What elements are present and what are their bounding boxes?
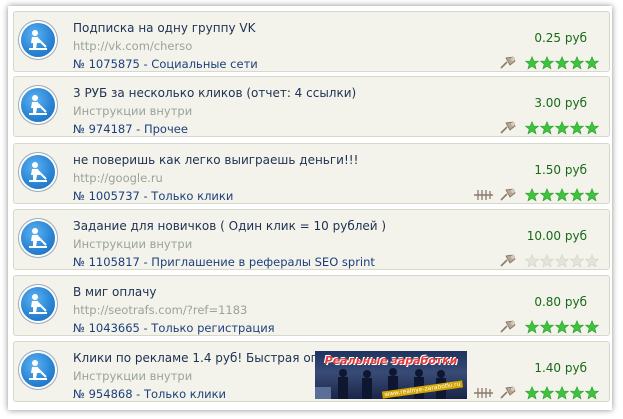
pin-icon[interactable] [498,252,518,267]
star-filled-icon [584,120,600,139]
task-meta-link[interactable]: № 1075875 - Социальные сети [73,57,258,71]
task-row[interactable]: Подписка на одну группу VK http://vk.com/… [13,11,610,72]
star-filled-icon [554,385,570,404]
star-filled-icon [539,120,555,139]
star-filled-icon [539,55,555,74]
star-filled-icon [584,385,600,404]
task-title[interactable]: В миг оплачу [73,285,156,299]
star-empty-icon [539,253,555,272]
task-meta-link[interactable]: № 1005737 - Только клики [73,189,233,203]
task-url[interactable]: Инструкции внутри [73,104,192,118]
task-url[interactable]: http://vk.com/cherso [73,39,192,53]
pin-icon[interactable] [498,384,518,399]
pin-icon[interactable] [498,119,518,134]
task-row[interactable]: Задание для новичков ( Один клик = 10 ру… [13,209,610,270]
worker-badge-icon [17,283,59,325]
rating-stars [524,319,600,338]
star-filled-icon [584,319,600,338]
rating-stars [524,120,600,139]
star-filled-icon [584,55,600,74]
task-title[interactable]: Задание для новичков ( Один клик = 10 ру… [73,219,386,233]
star-empty-icon [569,253,585,272]
task-meta-link[interactable]: № 974187 - Прочее [73,122,188,136]
star-filled-icon [554,187,570,206]
task-price: 1.50 руб [534,163,587,177]
star-filled-icon [524,385,540,404]
star-filled-icon [524,319,540,338]
star-filled-icon [539,187,555,206]
banner-title: Реальные заработки [324,354,458,367]
worker-badge-icon [17,151,59,193]
star-filled-icon [524,55,540,74]
star-empty-icon [554,253,570,272]
pin-icon[interactable] [498,318,518,333]
task-price: 3.00 руб [534,96,587,110]
star-filled-icon [569,187,585,206]
fish-bone-icon[interactable] [473,187,495,201]
fish-bone-icon[interactable] [473,385,495,399]
rating-stars [524,253,600,272]
star-filled-icon [554,55,570,74]
star-filled-icon [554,319,570,338]
task-url[interactable]: http://seotrafs.com/?ref=1183 [73,303,247,317]
task-url[interactable]: http://google.ru [73,171,163,185]
task-row[interactable]: 3 РУБ за несколько кликов (отчет: 4 ссыл… [13,76,610,137]
task-row[interactable]: не поверишь как легко выиграешь деньги!!… [13,143,610,204]
star-filled-icon [524,120,540,139]
task-title[interactable]: 3 РУБ за несколько кликов (отчет: 4 ссыл… [73,86,356,100]
worker-badge-icon [17,84,59,126]
star-filled-icon [569,385,585,404]
task-meta-link[interactable]: № 954868 - Только клики [73,387,226,401]
task-row[interactable]: В миг оплачу http://seotrafs.com/?ref=118… [13,275,610,336]
star-filled-icon [524,187,540,206]
task-row[interactable]: Клики по рекламе 1.4 руб! Быстрая оплата… [13,341,610,402]
star-filled-icon [584,187,600,206]
star-filled-icon [569,319,585,338]
worker-badge-icon [17,349,59,391]
worker-badge-icon [17,19,59,61]
task-title[interactable]: Клики по рекламе 1.4 руб! Быстрая оплата… [73,351,353,365]
star-filled-icon [569,55,585,74]
task-meta-link[interactable]: № 1105817 - Приглашение в рефералы SEO s… [73,255,375,269]
task-price: 0.80 руб [534,295,587,309]
pin-icon[interactable] [498,54,518,69]
task-meta-link[interactable]: № 1043665 - Только регистрация [73,321,275,335]
worker-badge-icon [17,217,59,259]
task-price: 10.00 руб [526,229,587,243]
task-title[interactable]: не поверишь как легко выиграешь деньги!!… [73,153,358,167]
star-filled-icon [539,385,555,404]
task-url[interactable]: Инструкции внутри [73,237,192,251]
star-filled-icon [554,120,570,139]
promo-banner[interactable]: Реальные заработки www.realnye-zarabotki.… [315,351,467,399]
task-price: 0.25 руб [534,31,587,45]
star-empty-icon [524,253,540,272]
task-url[interactable]: Инструкции внутри [73,369,192,383]
task-title[interactable]: Подписка на одну группу VK [73,21,255,35]
rating-stars [524,187,600,206]
star-filled-icon [539,319,555,338]
task-price: 1.40 руб [534,361,587,375]
rating-stars [524,385,600,404]
pin-icon[interactable] [498,186,518,201]
star-empty-icon [584,253,600,272]
star-filled-icon [569,120,585,139]
rating-stars [524,55,600,74]
